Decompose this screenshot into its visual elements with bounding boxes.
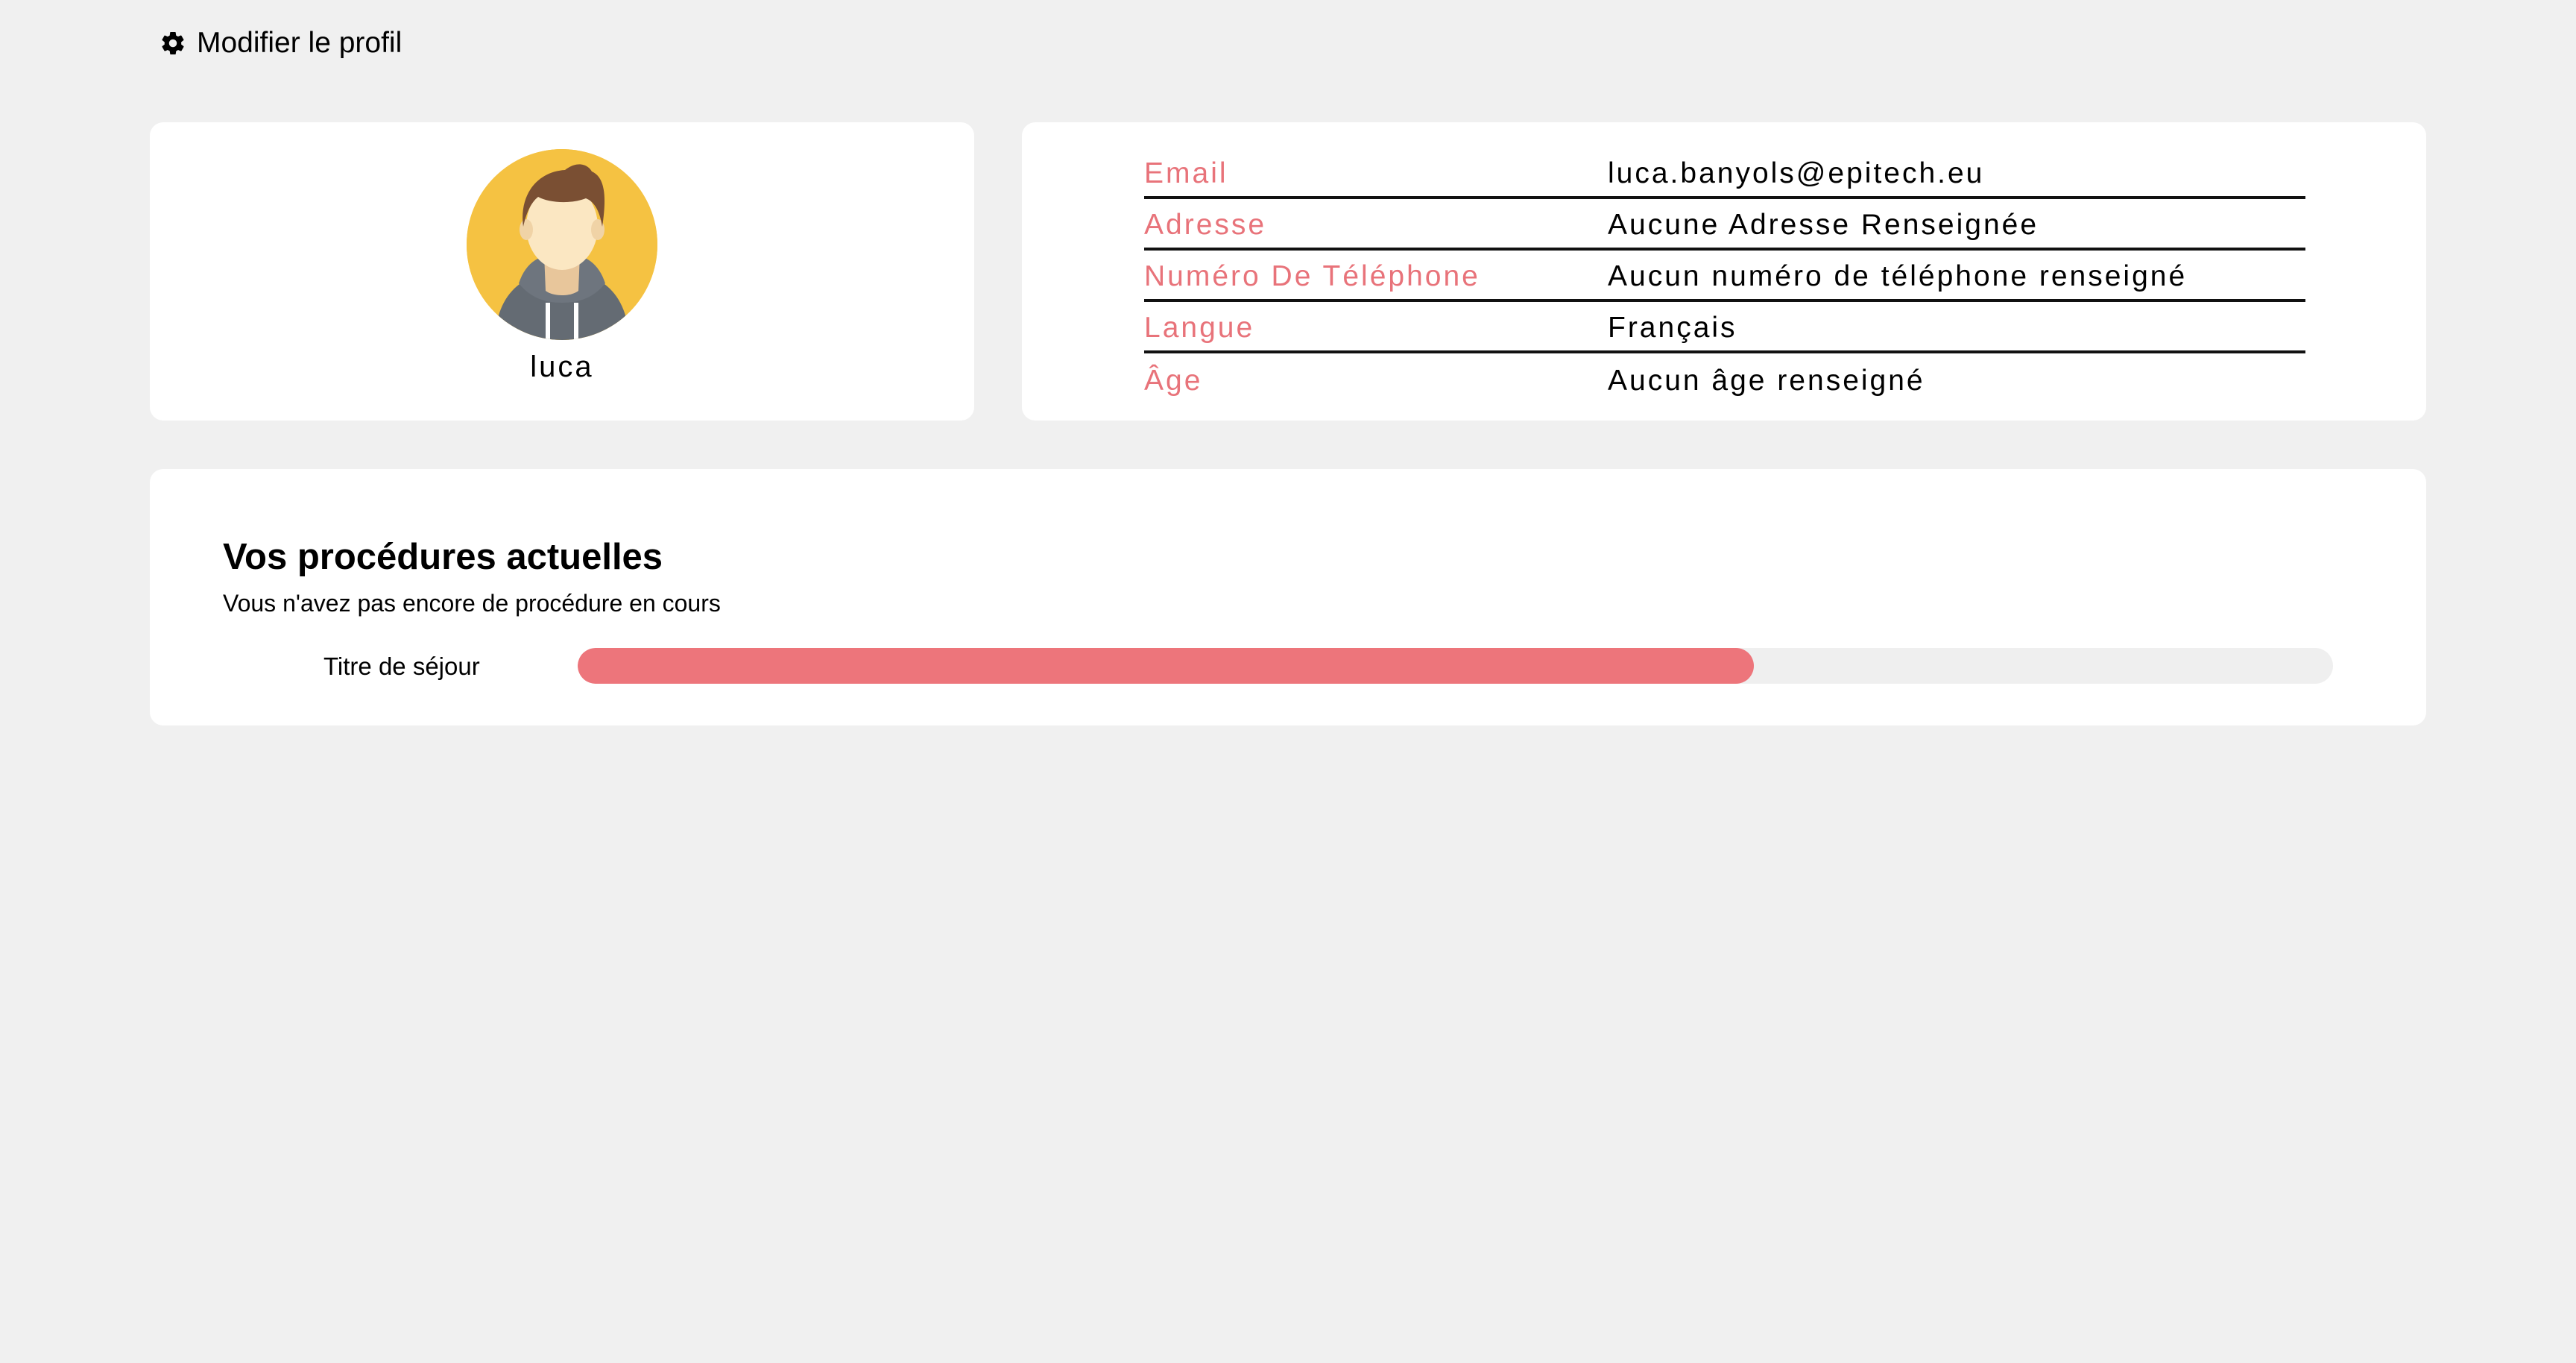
info-table: Email luca.banyols@epitech.eu Adresse Au… bbox=[1144, 151, 2305, 408]
info-value: Aucun numéro de téléphone renseigné bbox=[1608, 259, 2188, 292]
info-row-language: Langue Français bbox=[1144, 305, 2305, 353]
profile-card: luca bbox=[150, 122, 974, 421]
info-label: Adresse bbox=[1144, 208, 1267, 241]
info-label: Âge bbox=[1144, 364, 1203, 397]
info-label: Langue bbox=[1144, 311, 1255, 344]
info-label: Numéro De Téléphone bbox=[1144, 259, 1480, 292]
info-row-address: Adresse Aucune Adresse Renseignée bbox=[1144, 202, 2305, 251]
info-value: Aucune Adresse Renseignée bbox=[1608, 208, 2039, 241]
info-value: Français bbox=[1608, 311, 1737, 344]
user-avatar-icon bbox=[467, 149, 657, 340]
username: luca bbox=[530, 350, 594, 383]
info-value: Aucun âge renseigné bbox=[1608, 364, 1925, 397]
profile-info-card: Email luca.banyols@epitech.eu Adresse Au… bbox=[1022, 122, 2426, 421]
edit-profile-label[interactable]: Modifier le profil bbox=[197, 27, 402, 60]
profile-page: Modifier le profil luca Email luca.banyo… bbox=[0, 0, 2576, 1363]
procedure-name: Titre de séjour bbox=[323, 652, 480, 680]
gear-icon bbox=[162, 32, 184, 55]
procedure-progress-fill bbox=[578, 648, 1754, 684]
info-row-age: Âge Aucun âge renseigné bbox=[1144, 356, 2305, 405]
procedures-title: Vos procédures actuelles bbox=[223, 537, 663, 577]
edit-profile-link[interactable]: Modifier le profil bbox=[160, 27, 402, 60]
info-row-email: Email luca.banyols@epitech.eu bbox=[1144, 151, 2305, 199]
procedure-progress-bar[interactable] bbox=[578, 648, 2333, 684]
info-row-phone: Numéro De Téléphone Aucun numéro de télé… bbox=[1144, 254, 2305, 302]
info-label: Email bbox=[1144, 157, 1228, 189]
procedure-item: Titre de séjour bbox=[150, 648, 2426, 685]
procedures-subtitle: Vous n'avez pas encore de procédure en c… bbox=[223, 590, 721, 617]
info-value: luca.banyols@epitech.eu bbox=[1608, 157, 1985, 189]
procedures-card: Vos procédures actuelles Vous n'avez pas… bbox=[150, 469, 2426, 725]
avatar bbox=[467, 149, 657, 340]
